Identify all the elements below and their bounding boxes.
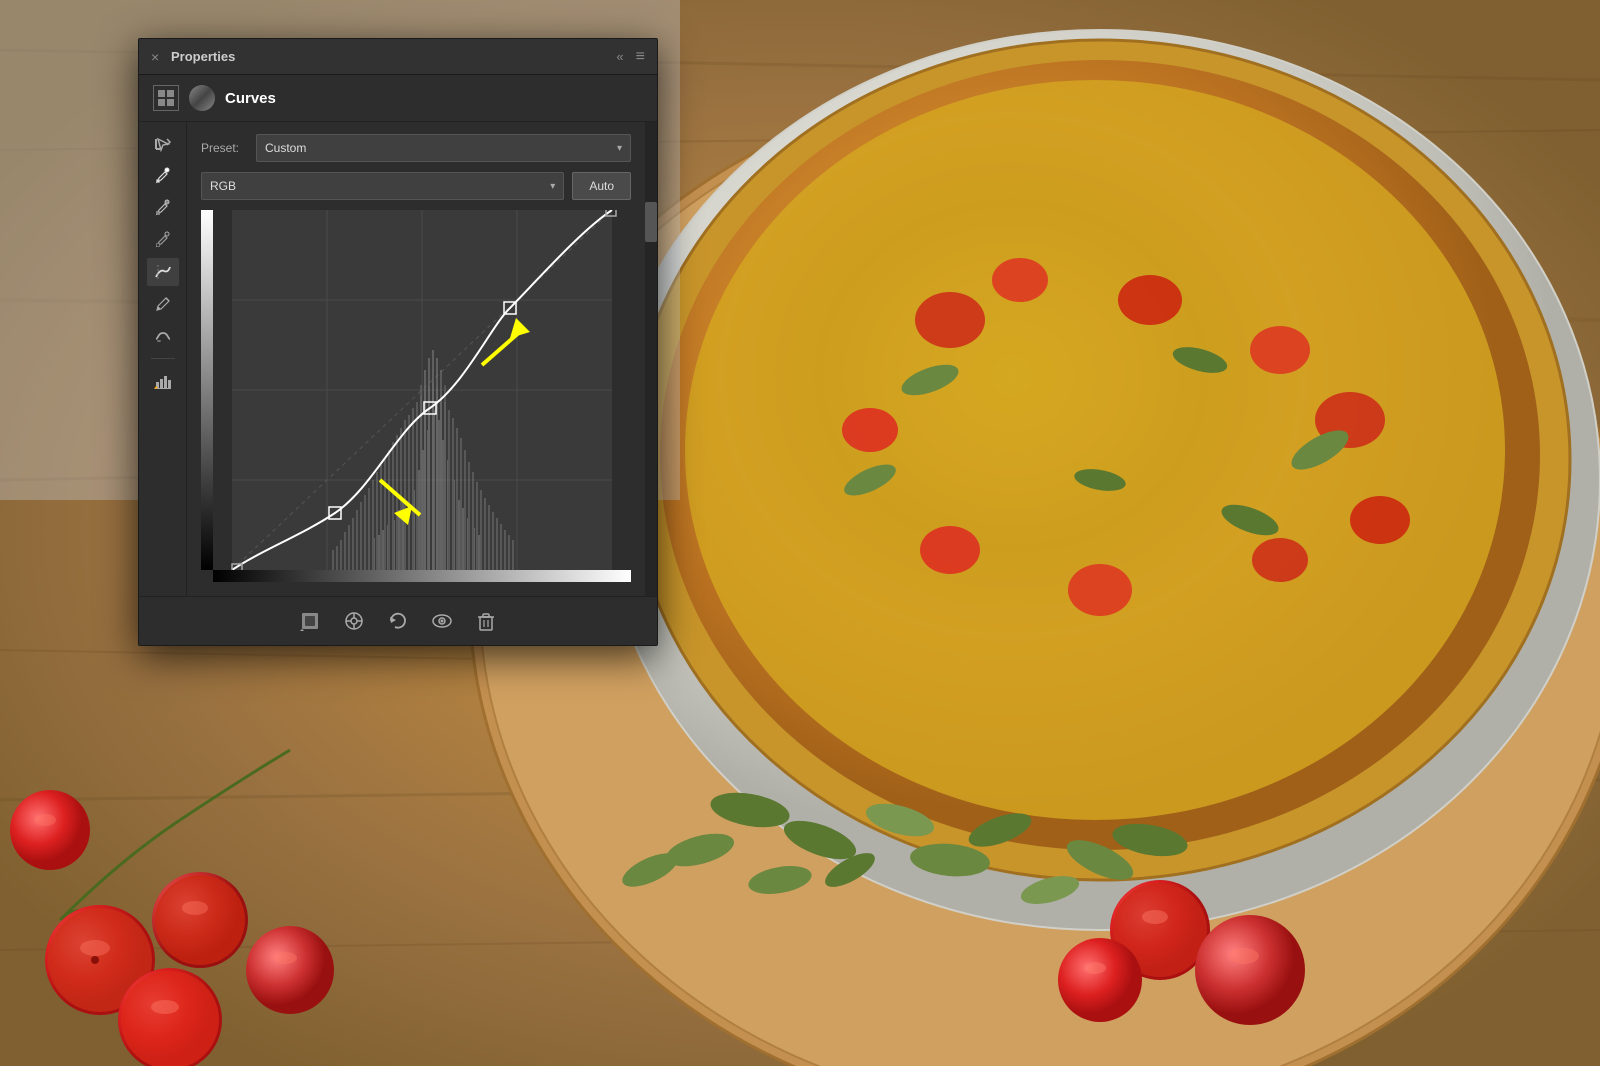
preset-row: Preset: Custom ▾ xyxy=(201,134,631,162)
white-point-eyedropper-button[interactable] xyxy=(147,162,179,190)
panel-scrollbar[interactable] xyxy=(645,122,657,596)
preset-chevron-icon: ▾ xyxy=(617,143,622,154)
curve-edit-button[interactable] xyxy=(147,258,179,286)
collapse-button[interactable]: « xyxy=(616,49,623,64)
channel-dropdown[interactable]: RGB ▾ xyxy=(201,172,564,200)
grid-icon[interactable] xyxy=(153,85,179,111)
curves-svg[interactable] xyxy=(213,210,631,570)
channel-chevron-icon: ▾ xyxy=(550,181,555,192)
channel-row: RGB ▾ Auto xyxy=(201,172,631,200)
preset-dropdown[interactable]: Custom ▾ xyxy=(256,134,631,162)
histogram-button[interactable] xyxy=(147,367,179,395)
input-gradient-row xyxy=(213,570,631,582)
toolbar-separator xyxy=(151,358,175,359)
close-button[interactable]: × xyxy=(151,51,163,63)
reset-button[interactable] xyxy=(384,607,412,635)
channel-value: RGB xyxy=(210,179,236,193)
tomato-4 xyxy=(10,844,75,906)
panel-section-header: Curves xyxy=(139,75,657,122)
preset-value: Custom xyxy=(265,141,306,155)
auto-button[interactable]: Auto xyxy=(572,172,631,200)
curves-graph-wrapper xyxy=(213,210,631,570)
clip-to-layer-button[interactable] xyxy=(296,607,324,635)
gray-point-eyedropper-button[interactable] xyxy=(147,194,179,222)
main-content-area: Preset: Custom ▾ RGB ▾ Auto xyxy=(187,122,645,596)
pencil-tool-button[interactable] xyxy=(147,290,179,318)
smooth-curve-button[interactable] xyxy=(147,322,179,350)
curves-layout xyxy=(201,210,631,570)
tomato-2 xyxy=(95,858,165,926)
black-point-eyedropper-button[interactable] xyxy=(147,226,179,254)
panel-title: Properties xyxy=(171,49,235,64)
panel-title-left: × Properties xyxy=(151,49,235,64)
tomato-6 xyxy=(1245,946,1320,1016)
panel-body: Preset: Custom ▾ RGB ▾ Auto xyxy=(139,122,657,596)
curves-graph-area[interactable] xyxy=(201,210,631,584)
left-toolbar xyxy=(139,122,187,596)
tomato-3 xyxy=(110,956,195,1036)
tomato-1 xyxy=(30,911,110,986)
section-title: Curves xyxy=(225,90,276,107)
properties-panel: × Properties « ≡ Curves xyxy=(138,38,658,646)
output-gradient-bar xyxy=(201,210,213,570)
panel-menu-button[interactable]: ≡ xyxy=(636,48,645,66)
preset-label: Preset: xyxy=(201,141,246,155)
view-previous-button[interactable] xyxy=(340,607,368,635)
panel-titlebar: × Properties « ≡ xyxy=(139,39,657,75)
input-gradient-bar xyxy=(213,570,631,582)
circle-icon[interactable] xyxy=(189,85,215,111)
selection-tool-button[interactable] xyxy=(147,130,179,158)
scrollbar-thumb[interactable] xyxy=(645,202,657,242)
bottom-toolbar xyxy=(139,596,657,645)
visibility-button[interactable] xyxy=(428,607,456,635)
delete-layer-button[interactable] xyxy=(472,607,500,635)
